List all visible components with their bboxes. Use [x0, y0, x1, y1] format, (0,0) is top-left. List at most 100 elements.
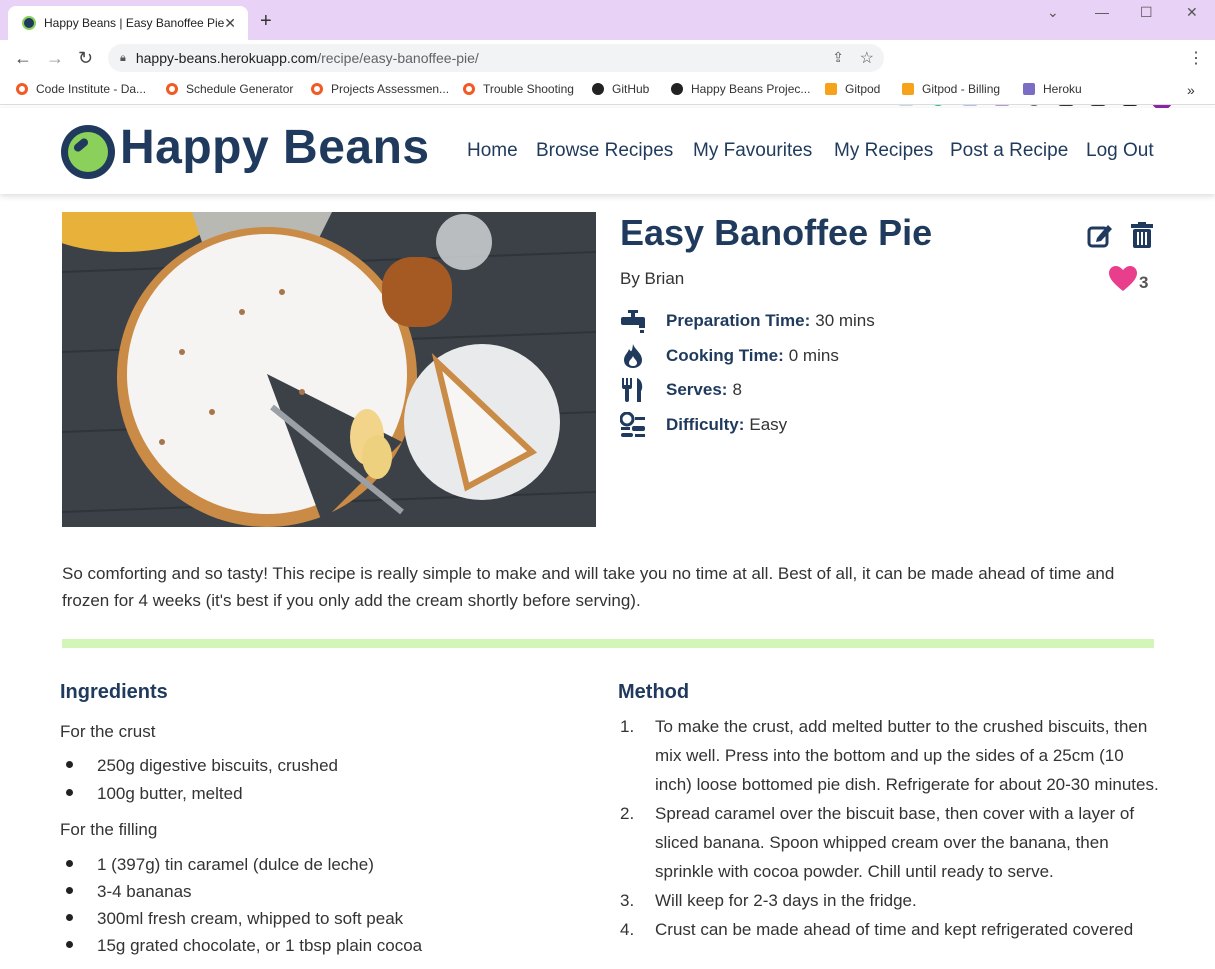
bookmark-star-icon[interactable]: ☆	[860, 48, 874, 68]
browser-tab-bar: Happy Beans | Easy Banoffee Pie ✕ + ⌄ — …	[0, 0, 1215, 40]
method-list: 1. To make the crust, add melted butter t…	[620, 712, 1160, 944]
ingredient-item: 15g grated chocolate, or 1 tbsp plain co…	[60, 936, 422, 956]
recipe-author: By Brian	[620, 269, 685, 288]
gitpod-icon	[825, 83, 837, 95]
ingredient-item: 3-4 bananas	[60, 882, 192, 902]
step-text: Spread caramel over the biscuit base, th…	[655, 804, 1135, 881]
bookmark-label: GitHub	[612, 82, 650, 96]
nav-home[interactable]: Home	[467, 140, 518, 162]
bookmark-label: Projects Assessmen...	[331, 82, 450, 96]
bookmark-code-institute[interactable]: Code Institute - Da...	[16, 82, 146, 96]
gitpod-icon	[902, 83, 914, 95]
section-divider	[62, 639, 1154, 648]
method-step: 4. Crust can be made ahead of time and ke…	[620, 915, 1160, 944]
ingredient-text: 15g grated chocolate, or 1 tbsp plain co…	[97, 936, 423, 955]
step-number: 3.	[620, 891, 635, 910]
bookmark-label: Happy Beans Projec...	[691, 82, 811, 96]
share-icon[interactable]: ⇪	[832, 49, 844, 66]
step-text: Crust can be made ahead of time and kept…	[655, 920, 1134, 939]
chrome-menu-icon[interactable]: ⋮	[1188, 48, 1204, 68]
code-institute-icon	[463, 83, 475, 95]
recipe-description: So comforting and so tasty! This recipe …	[62, 564, 1115, 610]
site-favicon-icon	[22, 16, 36, 30]
bookmark-schedule-generator[interactable]: Schedule Generator	[166, 82, 293, 96]
forward-icon[interactable]: →	[46, 48, 64, 69]
ingredient-item: 1 (397g) tin caramel (dulce de leche)	[60, 855, 374, 875]
detail-value: 30 mins	[815, 311, 875, 330]
address-bar[interactable]: 🔒︎ happy-beans.herokuapp.com/recipe/easy…	[108, 44, 884, 72]
minimize-icon[interactable]: —	[1095, 4, 1109, 20]
nav-post-a-recipe[interactable]: Post a Recipe	[950, 140, 1068, 162]
tap-icon	[621, 310, 645, 333]
close-tab-icon[interactable]: ✕	[224, 15, 236, 32]
bookmark-label: Gitpod - Billing	[922, 82, 1001, 96]
github-icon	[592, 83, 604, 95]
crust-subheading: For the crust	[60, 722, 156, 741]
recipe-title: Easy Banoffee Pie	[620, 212, 933, 253]
ingredient-item: 250g digestive biscuits, crushed	[60, 756, 338, 776]
edit-icon[interactable]	[1087, 222, 1113, 248]
ingredients-heading: Ingredients	[60, 681, 168, 703]
nav-log-out[interactable]: Log Out	[1086, 140, 1154, 162]
favourite-heart-icon[interactable]	[1109, 266, 1137, 292]
bookmark-gitpod[interactable]: Gitpod	[825, 82, 880, 96]
github-icon	[671, 83, 683, 95]
detail-label: Cooking Time:	[666, 346, 784, 365]
method-heading: Method	[618, 681, 690, 703]
more-bookmarks-icon[interactable]: »	[1187, 82, 1195, 98]
nav-browse-recipes[interactable]: Browse Recipes	[536, 140, 673, 162]
bookmark-github[interactable]: GitHub	[592, 82, 649, 96]
bookmark-label: Heroku	[1043, 82, 1082, 96]
back-icon[interactable]: ←	[14, 48, 32, 69]
method-step: 2. Spread caramel over the biscuit base, …	[620, 799, 1160, 886]
browser-tab[interactable]: Happy Beans | Easy Banoffee Pie ✕	[8, 6, 248, 40]
recipe-image	[62, 212, 596, 527]
detail-label: Preparation Time:	[666, 311, 811, 330]
ingredient-text: 1 (397g) tin caramel (dulce de leche)	[97, 855, 374, 874]
method-step: 3. Will keep for 2-3 days in the fridge.	[620, 886, 1160, 915]
bookmark-trouble-shooting[interactable]: Trouble Shooting	[463, 82, 574, 96]
site-header: Happy Beans Home Browse Recipes My Favou…	[0, 108, 1215, 194]
ingredient-text: 250g digestive biscuits, crushed	[97, 756, 338, 775]
url-path: /recipe/easy-banoffee-pie/	[317, 50, 479, 66]
ingredient-item: 300ml fresh cream, whipped to soft peak	[60, 909, 403, 929]
bookmark-label: Gitpod	[845, 82, 881, 96]
maximize-icon[interactable]: ☐	[1140, 4, 1153, 21]
detail-cooking-time: Cooking Time: 0 mins	[620, 343, 839, 369]
bookmark-label: Trouble Shooting	[483, 82, 574, 96]
utensils-icon	[622, 378, 643, 402]
fire-icon	[624, 344, 642, 368]
bookmark-heroku[interactable]: Heroku	[1023, 82, 1082, 96]
ingredient-item: 100g butter, melted	[60, 784, 243, 804]
detail-label: Difficulty:	[666, 415, 745, 434]
tab-search-icon[interactable]: ⌄	[1047, 4, 1059, 21]
step-number: 4.	[620, 920, 635, 939]
detail-prep-time: Preparation Time: 30 mins	[620, 308, 875, 334]
detail-value: Easy	[749, 415, 788, 434]
step-text: To make the crust, add melted butter to …	[655, 717, 1159, 794]
bookmark-projects-assessment[interactable]: Projects Assessmen...	[311, 82, 449, 96]
happy-beans-logo-icon[interactable]	[61, 125, 115, 179]
close-window-icon[interactable]: ✕	[1186, 4, 1198, 21]
step-number: 2.	[620, 804, 635, 823]
reload-icon[interactable]: ↻	[78, 48, 93, 69]
method-step: 1. To make the crust, add melted butter t…	[620, 712, 1160, 799]
detail-value: 0 mins	[788, 346, 839, 365]
site-logo-text[interactable]: Happy Beans	[120, 120, 430, 175]
ingredient-text: 100g butter, melted	[97, 784, 243, 803]
tab-title: Happy Beans | Easy Banoffee Pie	[44, 16, 225, 30]
nav-my-favourites[interactable]: My Favourites	[693, 140, 812, 162]
new-tab-icon[interactable]: +	[260, 10, 272, 33]
lock-icon[interactable]: 🔒︎	[120, 52, 126, 65]
bookmark-label: Schedule Generator	[186, 82, 294, 96]
code-institute-icon	[311, 83, 323, 95]
nav-my-recipes[interactable]: My Recipes	[834, 140, 933, 162]
bookmark-gitpod-billing[interactable]: Gitpod - Billing	[902, 82, 1000, 96]
bookmark-happy-beans-project[interactable]: Happy Beans Projec...	[671, 82, 810, 96]
step-text: Will keep for 2-3 days in the fridge.	[655, 891, 917, 910]
filling-subheading: For the filling	[60, 820, 158, 839]
trash-icon[interactable]	[1131, 222, 1153, 248]
difficulty-icon	[620, 412, 645, 437]
url-host: happy-beans.herokuapp.com	[135, 50, 318, 66]
code-institute-icon	[16, 83, 28, 95]
